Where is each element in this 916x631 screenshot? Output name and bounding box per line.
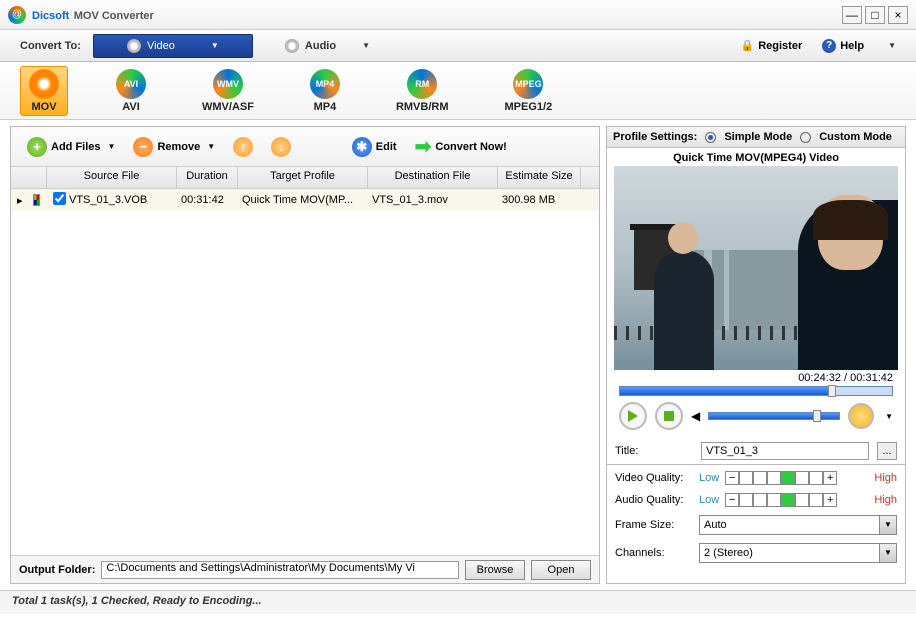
stop-button[interactable] [655, 402, 683, 430]
stop-icon [664, 411, 674, 421]
convert-to-label: Convert To: [20, 40, 81, 52]
mp4-icon: MP4 [310, 69, 340, 99]
plus-icon: + [27, 137, 47, 157]
mov-icon: @ [29, 69, 59, 99]
output-folder-label: Output Folder: [19, 564, 95, 576]
mpeg-icon: MPEG [513, 69, 543, 99]
video-mode-button[interactable]: Video ▼ [93, 34, 253, 58]
convert-now-button[interactable]: ➡ Convert Now! [411, 132, 511, 161]
rm-icon: RM [407, 69, 437, 99]
table-body: ▸ VTS_01_3.VOB 00:31:42 Quick Time MOV(M… [11, 189, 599, 555]
app-title: Dicsoft MOV Converter [32, 6, 154, 24]
video-quality-label: Video Quality: [615, 472, 693, 484]
file-list-panel: + Add Files ▼ − Remove ▼ ↑ ↓ ✱ Edit ➡ [10, 126, 600, 584]
lock-icon: 🔒 [741, 39, 755, 52]
audio-mode-button[interactable]: Audio ▼ [265, 39, 390, 53]
title-label: Title: [615, 445, 693, 457]
profile-header: Profile Settings: Simple Mode Custom Mod… [606, 126, 906, 148]
format-mpeg[interactable]: MPEG MPEG1/2 [497, 67, 561, 115]
table-row[interactable]: ▸ VTS_01_3.VOB 00:31:42 Quick Time MOV(M… [11, 189, 599, 211]
minus-icon: − [133, 137, 153, 157]
browse-button[interactable]: Browse [465, 560, 525, 580]
format-wmv[interactable]: WMV WMV/ASF [194, 67, 262, 115]
grid-icon[interactable] [27, 192, 47, 208]
minimize-button[interactable]: — [842, 6, 862, 24]
col-size[interactable]: Estimate Size [498, 167, 581, 188]
add-files-button[interactable]: + Add Files ▼ [23, 135, 119, 159]
custom-mode-radio[interactable] [800, 132, 811, 143]
gear-icon: ✱ [352, 137, 372, 157]
audio-quality-stepper[interactable] [725, 493, 837, 507]
col-duration[interactable]: Duration [177, 167, 238, 188]
close-button[interactable]: × [888, 6, 908, 24]
playback-time: 00:24:32 / 00:31:42 [613, 370, 899, 386]
cell-duration: 00:31:42 [175, 192, 236, 208]
format-rm[interactable]: RM RMVB/RM [388, 67, 457, 115]
titlebar: Dicsoft MOV Converter — □ × [0, 0, 916, 30]
help-button[interactable]: ? Help ▼ [822, 39, 896, 53]
volume-icon: ◀ [691, 409, 700, 423]
channels-select[interactable]: 2 (Stereo) [699, 543, 897, 563]
arrow-up-icon: ↑ [233, 137, 253, 157]
wmv-icon: WMV [213, 69, 243, 99]
topbar: Convert To: Video ▼ Audio ▼ 🔒 Register ?… [0, 30, 916, 62]
output-folder-row: Output Folder: C:\Documents and Settings… [11, 555, 599, 583]
move-up-button[interactable]: ↑ [229, 135, 257, 159]
col-source[interactable]: Source File [47, 167, 177, 188]
audio-quality-label: Audio Quality: [615, 494, 693, 506]
snapshot-button[interactable] [848, 403, 874, 429]
register-button[interactable]: 🔒 Register [741, 39, 803, 52]
app-logo-icon [8, 6, 26, 24]
profile-title: Quick Time MOV(MPEG4) Video [613, 150, 899, 166]
arrow-right-icon: ➡ [415, 134, 432, 159]
remove-button[interactable]: − Remove ▼ [129, 135, 219, 159]
arrow-down-icon: ↓ [271, 137, 291, 157]
cell-size: 300.98 MB [496, 192, 579, 208]
frame-size-label: Frame Size: [615, 519, 693, 531]
open-button[interactable]: Open [531, 560, 591, 580]
title-input[interactable] [701, 442, 869, 460]
output-folder-path[interactable]: C:\Documents and Settings\Administrator\… [101, 561, 459, 579]
cell-target: Quick Time MOV(MP... [236, 192, 366, 208]
cell-dest: VTS_01_3.mov [366, 192, 496, 208]
channels-label: Channels: [615, 547, 693, 559]
format-mov[interactable]: @ MOV [20, 66, 68, 116]
play-button[interactable] [619, 402, 647, 430]
disc-icon [127, 39, 141, 53]
edit-button[interactable]: ✱ Edit [348, 135, 401, 159]
toolbar: + Add Files ▼ − Remove ▼ ↑ ↓ ✱ Edit ➡ [11, 127, 599, 167]
col-target[interactable]: Target Profile [238, 167, 368, 188]
move-down-button[interactable]: ↓ [267, 135, 295, 159]
row-indicator-icon: ▸ [11, 192, 27, 209]
format-avi[interactable]: AVI AVI [108, 67, 154, 115]
simple-mode-radio[interactable] [705, 132, 716, 143]
help-icon: ? [822, 39, 836, 53]
seek-bar[interactable] [619, 386, 893, 396]
volume-slider[interactable] [708, 412, 840, 420]
profile-panel: Profile Settings: Simple Mode Custom Mod… [606, 126, 906, 584]
snapshot-dropdown[interactable]: ▼ [885, 412, 893, 421]
col-dest[interactable]: Destination File [368, 167, 498, 188]
video-preview[interactable] [614, 166, 898, 370]
play-icon [628, 410, 638, 422]
disc-icon [285, 39, 299, 53]
video-quality-stepper[interactable] [725, 471, 837, 485]
frame-size-select[interactable]: Auto [699, 515, 897, 535]
avi-icon: AVI [116, 69, 146, 99]
status-bar: Total 1 task(s), 1 Checked, Ready to Enc… [0, 590, 916, 614]
format-bar: @ MOV AVI AVI WMV WMV/ASF MP4 MP4 RM RMV… [0, 62, 916, 120]
cell-source: VTS_01_3.VOB [63, 192, 175, 208]
maximize-button[interactable]: □ [865, 6, 885, 24]
format-mp4[interactable]: MP4 MP4 [302, 67, 348, 115]
title-browse-button[interactable]: ... [877, 442, 897, 460]
table-header: Source File Duration Target Profile Dest… [11, 167, 599, 189]
